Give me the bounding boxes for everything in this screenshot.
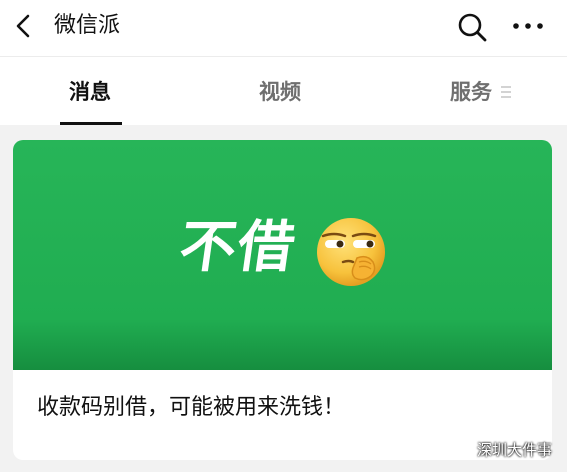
search-icon[interactable] [455,10,489,44]
side-eye-emoji-icon [317,218,385,286]
active-tab-indicator [60,122,122,125]
article-caption: 收款码别借，可能被用来洗钱！ [37,395,346,420]
page-title: 微信派 [54,13,121,38]
back-icon[interactable] [12,12,36,40]
tab-services[interactable]: 服务 [450,77,492,107]
wechat-logo-icon [448,441,470,458]
banner-text: 不借 [175,215,301,280]
tab-messages[interactable]: 消息 [69,77,111,107]
watermark-text: 深圳大件事 [477,441,553,459]
top-bar: 微信派 [0,0,567,56]
tab-bar: 消息 视频 服务 [0,56,567,125]
watermark: 深圳大件事 [447,438,552,462]
menu-lines-icon[interactable] [500,85,512,99]
more-icon[interactable] [510,18,546,34]
article-card[interactable]: 不借 收款码别借，可能被用来洗钱！ [13,140,552,460]
tab-videos[interactable]: 视频 [259,77,301,107]
article-banner: 不借 [13,140,552,370]
